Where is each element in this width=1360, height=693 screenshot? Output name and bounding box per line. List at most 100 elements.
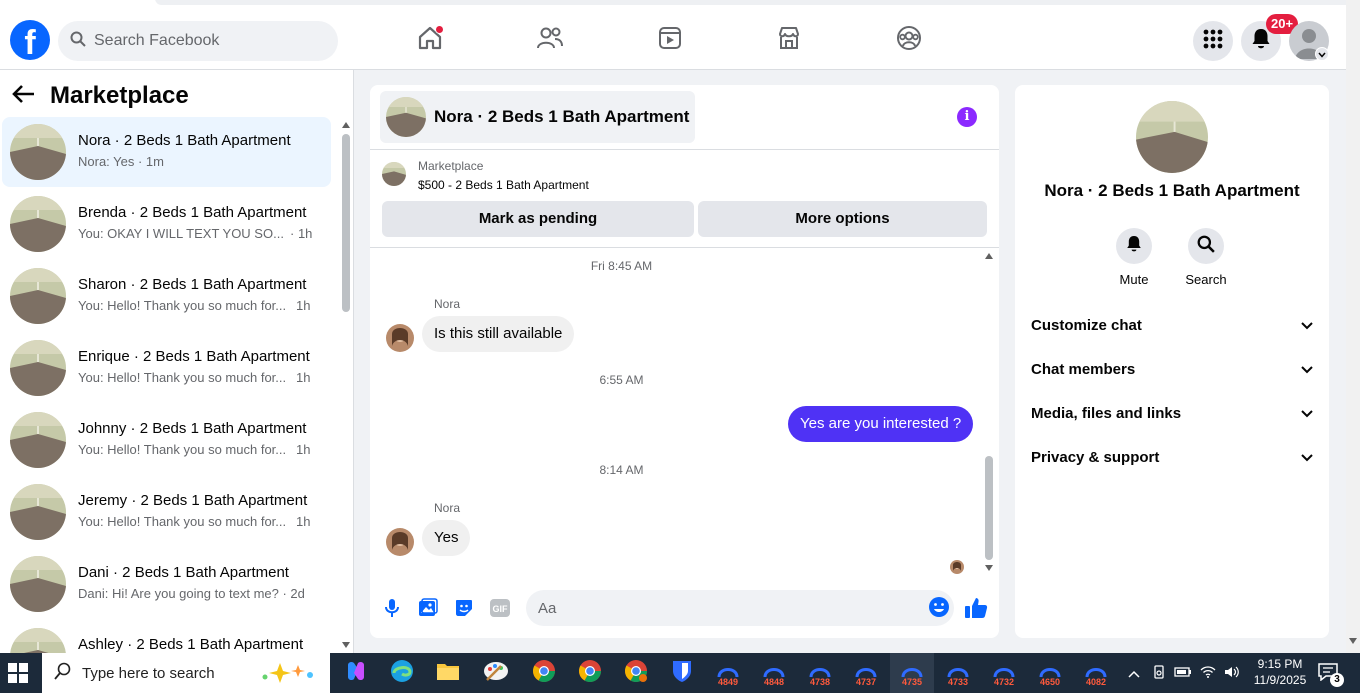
scroll-down-arrow-icon[interactable] [342,642,350,648]
facebook-logo[interactable]: f [10,20,50,60]
scroll-down-arrow-icon[interactable] [1349,638,1357,644]
taskbar-chrome-2[interactable] [568,653,612,693]
chat-header[interactable]: Nora · 2 Beds 1 Bath Apartment [380,91,695,143]
taskbar-app-window-active[interactable]: 4735 [890,653,934,693]
mic-icon[interactable] [380,596,404,620]
taskbar-app-window[interactable]: 4737 [844,653,888,693]
incoming-message[interactable]: Yes [422,520,471,556]
taskbar-copilot[interactable] [334,653,378,693]
wifi-icon[interactable] [1200,665,1216,681]
details-title: Nora · 2 Beds 1 Bath Apartment [1044,181,1300,200]
search-conversation-button[interactable] [1188,228,1224,264]
listing-thumbnail [10,412,66,468]
conversation-details-panel: Nora · 2 Beds 1 Bath Apartment Mute Sear… [1015,85,1329,638]
taskbar-app-window[interactable]: 4849 [706,653,750,693]
friends-nav[interactable] [532,22,568,58]
emoji-icon[interactable] [928,596,950,623]
info-icon[interactable]: i [957,107,977,127]
battery-icon[interactable] [1174,666,1192,681]
sticker-icon[interactable] [452,596,476,620]
device-icon[interactable] [1152,664,1166,682]
like-icon[interactable] [964,596,988,620]
taskbar-app-window[interactable]: 4732 [982,653,1026,693]
home-nav[interactable] [412,22,448,58]
search-input[interactable] [94,32,314,50]
taskbar-app-window[interactable]: 4650 [1028,653,1072,693]
page-scrollbar[interactable] [1346,0,1360,653]
taskbar-search[interactable] [42,653,330,693]
scrollbar-thumb[interactable] [985,456,993,560]
windows-start-icon[interactable] [8,663,28,683]
mark-as-pending-button[interactable]: Mark as pending [382,201,694,237]
groups-icon [896,25,922,56]
customize-chat-section[interactable]: Customize chat [1031,309,1313,341]
chrome-icon [532,659,556,688]
conversation-list-scrollbar[interactable] [340,120,352,653]
system-clock[interactable]: 9:15 PM 11/9/2025 [1240,656,1320,688]
message-timestamp: 8:14 AM [599,463,644,477]
conversation-item[interactable]: Dani · 2 Beds 1 Bath Apartment Dani: Hi!… [2,549,331,619]
message-input[interactable] [538,599,918,617]
read-receipt-avatar [950,560,964,574]
taskbar-app-window[interactable]: 4848 [752,653,796,693]
incoming-message[interactable]: Is this still available [422,316,575,352]
gif-icon[interactable]: GIF [488,596,512,620]
sender-avatar[interactable] [386,528,414,556]
privacy-support-section[interactable]: Privacy & support [1031,441,1313,473]
conversation-item[interactable]: Enrique · 2 Beds 1 Bath Apartment You: H… [2,333,331,403]
conversation-item[interactable]: Jeremy · 2 Beds 1 Bath Apartment You: He… [2,477,331,547]
listing-thumbnail [10,628,66,653]
search-icon [70,31,86,52]
account-menu-caret[interactable] [1315,47,1329,61]
taskbar-search-input[interactable] [82,664,252,682]
search-action[interactable]: Search [1176,228,1236,287]
scroll-down-arrow-icon[interactable] [985,565,993,571]
conversation-item[interactable]: Johnny · 2 Beds 1 Bath Apartment You: He… [2,405,331,475]
conversation-item[interactable]: Brenda · 2 Beds 1 Bath Apartment You: OK… [2,189,331,259]
taskbar-paint[interactable] [474,653,518,693]
listing-title[interactable]: $500 - 2 Beds 1 Bath Apartment [418,178,589,192]
search-label: Search [1185,272,1227,287]
conversation-item[interactable]: Nora · 2 Beds 1 Bath Apartment Nora: Yes… [2,117,331,187]
sender-avatar[interactable] [386,324,414,352]
chevron-up-icon[interactable] [1128,666,1140,681]
chat-members-section[interactable]: Chat members [1031,353,1313,385]
media-files-links-section[interactable]: Media, files and links [1031,397,1313,429]
taskbar-app-window[interactable]: 4082 [1074,653,1118,693]
conversation-time: 1h [296,370,311,385]
message-timestamp: Fri 8:45 AM [590,259,653,273]
more-options-button[interactable]: More options [698,201,987,237]
photo-icon[interactable] [416,596,440,620]
marketplace-nav[interactable] [771,22,807,58]
mute-action[interactable]: Mute [1104,228,1164,287]
menu-button[interactable] [1193,21,1233,61]
action-center-button[interactable]: 3 [1318,663,1344,687]
chrome-icon [624,659,648,688]
scrollbar-thumb[interactable] [342,134,350,312]
taskbar-bitwarden[interactable] [660,653,704,693]
conversation-item[interactable]: Ashley · 2 Beds 1 Bath Apartment [2,621,331,653]
volume-icon[interactable] [1224,666,1240,681]
back-arrow-icon[interactable] [12,84,36,109]
taskbar-edge[interactable] [380,653,424,693]
search-bar[interactable] [58,21,338,61]
taskbar-app-window[interactable]: 4733 [936,653,980,693]
conversation-item[interactable]: Sharon · 2 Beds 1 Bath Apartment You: He… [2,261,331,331]
taskbar-chrome-1[interactable] [522,653,566,693]
taskbar-chrome-3[interactable] [614,653,658,693]
chevron-down-icon [1301,361,1313,378]
video-icon [657,25,683,56]
edge-icon [390,659,414,688]
search-icon [1197,235,1215,258]
scroll-up-arrow-icon[interactable] [985,253,993,259]
taskbar-app-window[interactable]: 4738 [798,653,842,693]
mute-button[interactable] [1116,228,1152,264]
taskbar-file-explorer[interactable] [426,653,470,693]
video-nav[interactable] [652,22,688,58]
chat-scrollbar[interactable] [983,253,995,573]
outgoing-message[interactable]: Yes are you interested ? [788,406,974,442]
scroll-up-arrow-icon[interactable] [342,122,350,128]
app-window-number: 4650 [1039,677,1061,687]
message-composer[interactable] [526,590,954,626]
groups-nav[interactable] [891,22,927,58]
